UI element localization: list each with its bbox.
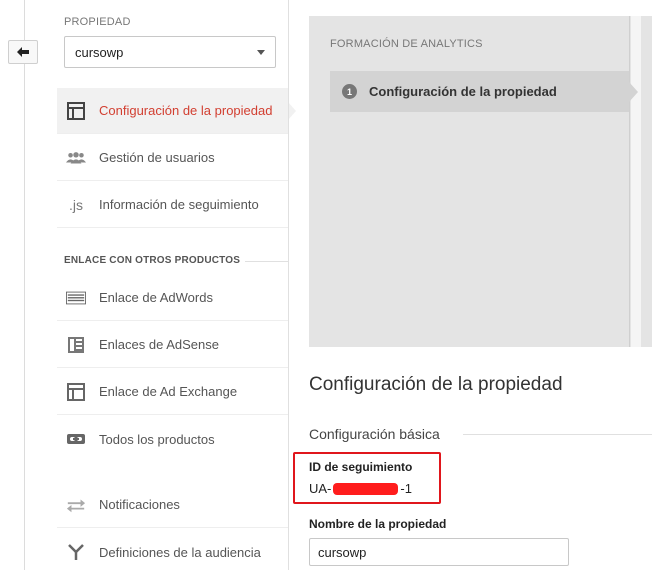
redaction-mark [333,482,399,495]
sidebar-item-adwords[interactable]: Enlace de AdWords [57,275,288,321]
property-label: PROPIEDAD [64,16,131,28]
page-title: Configuración de la propiedad [309,374,563,395]
sidebar-item-label: Configuración de la propiedad [99,103,273,118]
property-selected-value: cursowp [75,44,124,60]
sidebar-item-notifications[interactable]: Notificaciones [57,482,288,528]
sidebar-item-tracking-info[interactable]: .js Información de seguimiento [57,182,288,228]
property-select[interactable]: cursowp [64,36,276,68]
sidebar-item-label: Gestión de usuarios [99,150,215,165]
adwords-icon [66,288,86,308]
tracking-id-suffix: -1 [400,481,412,496]
audience-icon [66,542,86,562]
sidebar-item-label: Definiciones de la audiencia [99,544,261,560]
notifications-icon [66,495,86,515]
sidebar-item-property-settings[interactable]: Configuración de la propiedad [57,88,296,134]
property-name-input[interactable] [309,538,569,566]
sidebar-item-label: Todos los productos [99,431,215,447]
panel-title: FORMACIÓN DE ANALYTICS [330,38,483,50]
property-settings-icon [66,101,86,121]
section-divider [245,261,288,262]
property-name-label: Nombre de la propiedad [309,517,447,531]
sidebar-item-ad-exchange[interactable]: Enlace de Ad Exchange [57,369,288,415]
panel-border [629,16,630,347]
subsection-title: Configuración básica [309,426,440,442]
sidebar: PROPIEDAD cursowp Configuración de la pr… [57,0,296,570]
tracking-id-value: UA- -1 [309,481,412,496]
ad-exchange-icon [66,382,86,402]
step-number-badge: 1 [342,84,357,99]
main-content: FORMACIÓN DE ANALYTICS 1 Configuración d… [289,0,652,570]
subsection-divider [463,434,652,435]
training-panel [309,16,652,347]
sidebar-item-user-management[interactable]: Gestión de usuarios [57,135,288,181]
tracking-id-prefix: UA- [309,481,332,496]
dropdown-caret-icon [257,49,265,55]
js-icon: .js [69,196,83,213]
link-icon [66,429,86,449]
adsense-icon [66,335,86,355]
sidebar-item-label: Información de seguimiento [99,197,259,212]
step-label: Configuración de la propiedad [369,84,557,99]
step-property-settings[interactable]: 1 Configuración de la propiedad [330,71,638,112]
sidebar-item-all-products[interactable]: Todos los productos [57,416,288,462]
sidebar-item-label: Enlaces de AdSense [99,337,219,352]
left-rail [0,0,48,570]
sidebar-item-label: Enlace de Ad Exchange [99,384,238,399]
panel-edge [631,16,641,347]
users-icon [66,148,86,168]
back-button[interactable] [8,40,38,64]
sidebar-item-label: Enlace de AdWords [99,290,213,305]
tracking-id-label: ID de seguimiento [309,460,413,474]
sidebar-item-audience-definitions[interactable]: Definiciones de la audiencia [57,529,288,575]
rail-line [24,0,25,570]
sidebar-item-adsense[interactable]: Enlaces de AdSense [57,322,288,368]
section-heading: ENLACE CON OTROS PRODUCTOS [64,255,241,266]
sidebar-item-label: Notificaciones [99,497,180,512]
back-arrow-icon [17,47,29,57]
